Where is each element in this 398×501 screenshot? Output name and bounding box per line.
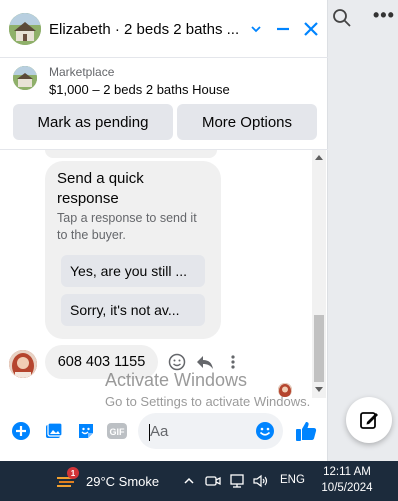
close-icon[interactable] bbox=[300, 18, 322, 40]
quick-response-option[interactable]: Yes, are you still ... bbox=[61, 255, 205, 287]
conversation-title[interactable]: Elizabeth · 2 beds 2 baths ... bbox=[49, 21, 239, 38]
emoji-icon[interactable] bbox=[254, 420, 276, 442]
chat-header: Elizabeth · 2 beds 2 baths ... bbox=[0, 0, 328, 58]
chevron-down-icon[interactable] bbox=[245, 18, 267, 40]
weather-text[interactable]: 29°C Smoke bbox=[86, 474, 159, 489]
activate-windows-watermark: Activate Windows bbox=[105, 370, 248, 390]
sticker-icon[interactable] bbox=[75, 420, 97, 442]
quick-response-subtitle: Tap a response to send it to the buyer. bbox=[57, 211, 197, 242]
marketplace-label: Marketplace bbox=[49, 65, 115, 79]
scroll-down-arrow-icon[interactable] bbox=[315, 387, 323, 392]
add-circle-icon[interactable] bbox=[10, 420, 32, 442]
background-app bbox=[326, 0, 398, 461]
show-hidden-icons-chevron-up-icon[interactable] bbox=[180, 472, 198, 490]
avatar[interactable] bbox=[9, 350, 37, 378]
scrollbar-thumb[interactable] bbox=[314, 315, 324, 382]
activate-windows-hint: Go to Settings to activate Windows. bbox=[105, 394, 311, 409]
compose-icon bbox=[360, 412, 378, 429]
scroll-up-arrow-icon[interactable] bbox=[315, 155, 323, 160]
quick-response-option[interactable]: Sorry, it's not av... bbox=[61, 294, 205, 326]
more-options-button[interactable]: More Options bbox=[177, 104, 317, 140]
text-cursor bbox=[149, 424, 150, 441]
network-icon[interactable] bbox=[228, 472, 246, 490]
clock-date[interactable]: 10/5/2024 bbox=[316, 482, 378, 494]
listing-thumbnail bbox=[13, 66, 37, 90]
listing-avatar[interactable] bbox=[9, 13, 41, 45]
photo-icon[interactable] bbox=[43, 420, 65, 442]
svg-text:GIF: GIF bbox=[110, 427, 126, 437]
meet-now-icon[interactable] bbox=[204, 472, 222, 490]
previous-message-bubble bbox=[45, 150, 217, 158]
message-composer: GIF bbox=[0, 408, 328, 454]
new-message-button[interactable] bbox=[346, 397, 392, 443]
gif-icon[interactable]: GIF bbox=[106, 420, 128, 442]
mark-as-pending-button[interactable]: Mark as pending bbox=[13, 104, 173, 140]
minimize-icon[interactable] bbox=[272, 18, 294, 40]
like-thumbs-up-icon[interactable] bbox=[295, 420, 317, 442]
language-indicator[interactable]: ENG bbox=[280, 474, 305, 486]
message-list[interactable]: Send a quick response Tap a response to … bbox=[0, 150, 328, 398]
scrollbar[interactable] bbox=[312, 150, 326, 398]
quick-response-title: Send a quick response bbox=[57, 170, 144, 207]
weather-notification-badge: 1 bbox=[67, 467, 79, 479]
quick-response-card: Send a quick response Tap a response to … bbox=[45, 161, 221, 339]
clock-time[interactable]: 12:11 AM bbox=[318, 466, 376, 478]
taskbar: 1 29°C Smoke ENG 12:11 AM 10/5/2024 bbox=[0, 461, 398, 501]
more-options-icon[interactable]: ••• bbox=[373, 5, 395, 26]
volume-icon[interactable] bbox=[252, 472, 270, 490]
chat-window: Elizabeth · 2 beds 2 baths ... Marketpla… bbox=[0, 0, 328, 461]
search-icon[interactable] bbox=[332, 8, 352, 28]
listing-title[interactable]: $1,000 – 2 beds 2 baths House bbox=[49, 82, 230, 97]
